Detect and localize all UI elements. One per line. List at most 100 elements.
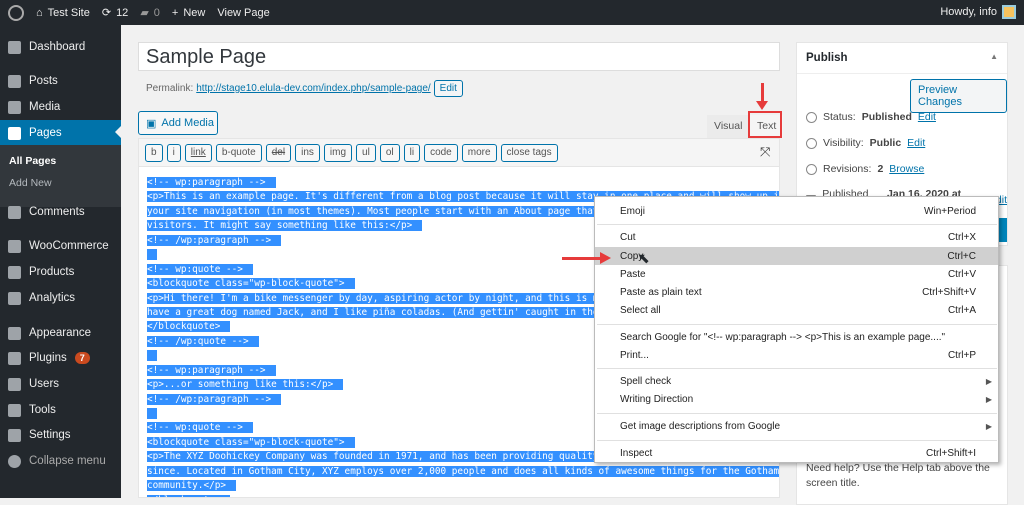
- updates-link[interactable]: ⟳ 12: [102, 6, 128, 20]
- permalink-edit-button[interactable]: Edit: [433, 80, 463, 97]
- menu-item-search[interactable]: Search Google for "<!-- wp:paragraph -->…: [595, 328, 998, 346]
- menu-item-label: Paste: [620, 268, 646, 280]
- selected-text: [147, 408, 157, 419]
- label: Pages: [29, 127, 62, 139]
- label: Posts: [29, 75, 58, 87]
- menu-item-get[interactable]: Get image descriptions from Google ▶: [595, 417, 998, 435]
- menu-item-copy[interactable]: Copy Ctrl+C: [595, 247, 998, 265]
- quicktag-button[interactable]: img: [323, 144, 353, 162]
- submenu-all-pages[interactable]: All Pages: [9, 155, 56, 167]
- selected-text: [147, 350, 157, 362]
- menu-item-print[interactable]: Print... Ctrl+P: [595, 346, 998, 364]
- menu-item-shortcut: Ctrl+X: [947, 231, 976, 243]
- menu-item-select[interactable]: Select all Ctrl+A: [595, 301, 998, 319]
- status-edit-link[interactable]: Edit: [918, 111, 936, 123]
- sidebar-item-posts[interactable]: Posts: [0, 69, 121, 93]
- box-icon: [8, 265, 21, 279]
- sidebar-item-appearance[interactable]: Appearance: [0, 321, 121, 345]
- sidebar-item-dashboard[interactable]: Dashboard: [0, 35, 121, 59]
- wrench-icon: [8, 403, 21, 417]
- quicktag-button[interactable]: b-quote: [215, 144, 262, 162]
- tab-visual[interactable]: Visual: [707, 115, 750, 138]
- menu-item-paste[interactable]: Paste Ctrl+V: [595, 265, 998, 283]
- quicktag-button[interactable]: b: [145, 144, 163, 162]
- sidebar-item-woocommerce[interactable]: WooCommerce: [0, 234, 121, 258]
- plus-icon: +: [171, 6, 179, 19]
- sidebar-item-comments[interactable]: Comments: [0, 200, 121, 224]
- selected-text: <!-- wp:quote -->: [147, 263, 253, 275]
- quicktag-button[interactable]: code: [424, 144, 458, 162]
- menu-separator: [597, 413, 997, 414]
- help-text: Need help? Use the Help tab above the scr…: [806, 461, 990, 491]
- help-line: Need help? Use the Help tab above the: [806, 462, 990, 474]
- quicktag-button[interactable]: ins: [295, 144, 320, 162]
- quicktag-button[interactable]: i: [166, 144, 181, 162]
- quicktag-button[interactable]: del: [265, 144, 292, 162]
- sidebar-item-tools[interactable]: Tools: [0, 398, 121, 422]
- admin-sidebar: Dashboard Posts Media Pages All Pages Ad…: [0, 25, 121, 498]
- menu-item-shortcut: Win+Period: [924, 205, 976, 217]
- code-line: <!-- wp:paragraph -->: [147, 176, 779, 190]
- sidebar-item-settings[interactable]: Settings: [0, 423, 121, 447]
- publish-title: Publish: [806, 52, 848, 64]
- label: Comments: [29, 206, 85, 218]
- quicktag-button[interactable]: li: [403, 144, 421, 162]
- label: WooCommerce: [29, 240, 109, 252]
- sidebar-item-media[interactable]: Media: [0, 95, 121, 119]
- wordpress-logo-icon[interactable]: [8, 4, 24, 21]
- sidebar-item-plugins[interactable]: Plugins 7: [0, 346, 121, 370]
- site-link[interactable]: ⌂ Test Site: [36, 7, 90, 19]
- menu-item-writing[interactable]: Writing Direction ▶: [595, 390, 998, 408]
- comments-link[interactable]: ▰ 0: [140, 6, 160, 20]
- comments-count: 0: [153, 6, 160, 19]
- quicktags-toolbar: b i link b-quote del ins img ul ol li code more clos…: [138, 138, 780, 166]
- visibility-value: Public: [869, 137, 902, 149]
- fullscreen-icon[interactable]: ⤧: [760, 144, 770, 160]
- quicktag-button[interactable]: close tags: [500, 144, 558, 162]
- view-page-link[interactable]: View Page: [217, 7, 269, 19]
- selected-text: <blockquote class="wp-block-quote">: [147, 436, 355, 448]
- add-media-button[interactable]: ▣ Add Media: [138, 111, 218, 135]
- howdy-label: Howdy, info: [940, 6, 997, 18]
- visibility-edit-link[interactable]: Edit: [907, 137, 925, 149]
- permalink: Permalink: http://stage10.elula-dev.com/i…: [146, 80, 463, 97]
- quicktag-button[interactable]: more: [461, 144, 497, 162]
- selected-text: <!-- /wp:paragraph -->: [147, 393, 282, 405]
- code-line: community.</p>: [147, 479, 779, 493]
- brush-icon: [8, 326, 21, 340]
- quicktag-button[interactable]: link: [184, 144, 212, 162]
- permalink-link[interactable]: http://stage10.elula-dev.com/index.php/s…: [196, 83, 430, 94]
- sidebar-item-users[interactable]: Users: [0, 372, 121, 396]
- menu-item-emoji[interactable]: Emoji Win+Period: [595, 202, 998, 220]
- menu-item-cut[interactable]: Cut Ctrl+X: [595, 228, 998, 246]
- label: Tools: [29, 404, 56, 416]
- menu-item-label: Search Google for "<!-- wp:paragraph -->…: [620, 331, 946, 343]
- title-input[interactable]: Sample Page: [138, 42, 780, 71]
- media-icon: ▣: [146, 117, 157, 130]
- quicktag-button[interactable]: ol: [379, 144, 400, 162]
- submenu-add-new[interactable]: Add New: [9, 177, 52, 189]
- new-link[interactable]: + New: [172, 7, 205, 19]
- sidebar-item-analytics[interactable]: Analytics: [0, 286, 121, 310]
- collapse-menu[interactable]: Collapse menu: [0, 449, 121, 473]
- menu-item-inspect[interactable]: Inspect Ctrl+Shift+I: [595, 444, 998, 462]
- selected-text: since. Located in Gotham City, XYZ emplo…: [147, 465, 779, 477]
- quicktag-button[interactable]: ul: [356, 144, 376, 162]
- label: Plugins: [29, 352, 67, 364]
- media-icon: [8, 100, 21, 114]
- avatar: [1002, 5, 1016, 19]
- account-menu[interactable]: Howdy, info: [940, 5, 1016, 19]
- selected-text: community.</p>: [147, 480, 237, 492]
- home-icon: ⌂: [36, 6, 43, 19]
- menu-item-shortcut: Ctrl+C: [947, 250, 976, 262]
- preview-changes-button[interactable]: Preview Changes: [910, 79, 1007, 113]
- menu-item-spell[interactable]: Spell check ▶: [595, 372, 998, 390]
- label: Settings: [29, 429, 71, 441]
- selected-text: <!-- /wp:paragraph -->: [147, 234, 282, 246]
- browse-link[interactable]: Browse: [889, 163, 924, 175]
- permalink-label: Permalink:: [146, 83, 194, 94]
- sidebar-item-products[interactable]: Products: [0, 260, 121, 284]
- menu-item-paste[interactable]: Paste as plain text Ctrl+Shift+V: [595, 283, 998, 301]
- collapse-toggle-icon[interactable]: ▲: [990, 52, 998, 64]
- sidebar-item-pages[interactable]: Pages: [0, 120, 121, 146]
